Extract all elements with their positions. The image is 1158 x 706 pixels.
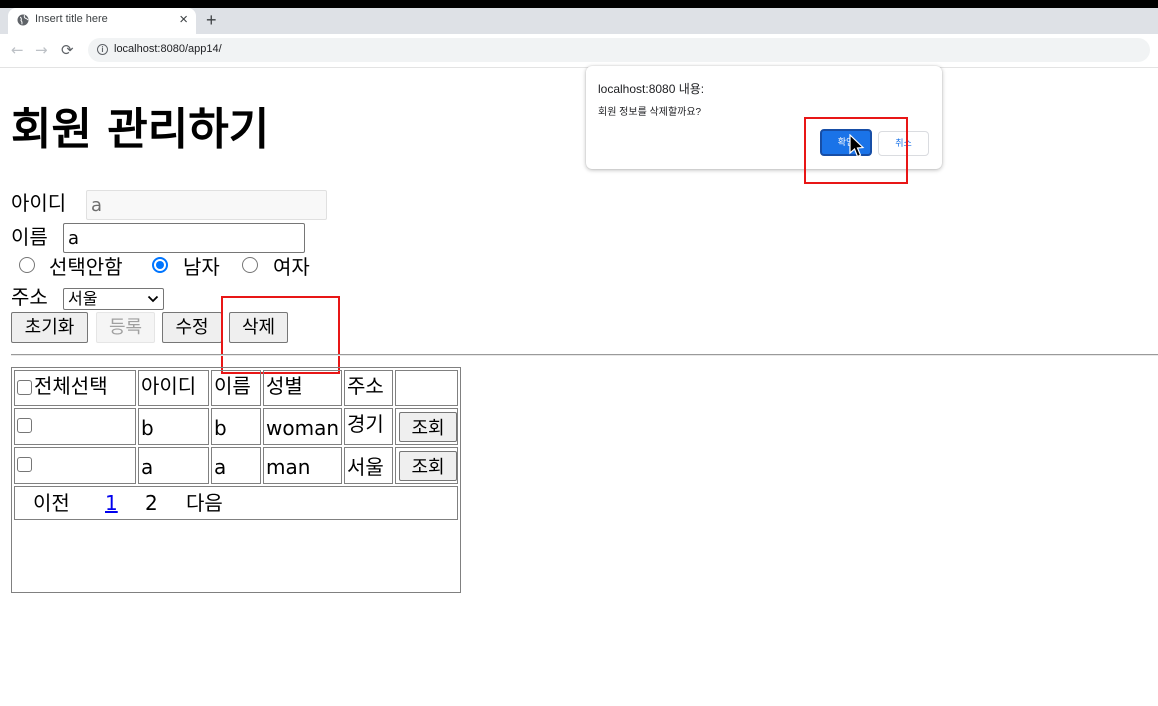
browser-toolbar: ← → ⟳ i localhost:8080/app14/: [0, 34, 1158, 68]
header-address: 주소: [344, 370, 393, 406]
pagination-row: 이전 1 2 다음: [14, 486, 458, 520]
radio-gender-female[interactable]: [242, 257, 258, 273]
row-2-view-button[interactable]: 조회: [399, 451, 457, 481]
page-content: 회원 관리하기 아이디 이름 선택안함 남자 여자 주소 서울 초기화 등록 수…: [0, 68, 1158, 706]
row-2-id: a: [138, 447, 209, 484]
row-1-name: b: [211, 408, 261, 445]
horizontal-divider: [11, 354, 1158, 356]
pagination-next[interactable]: 다음: [186, 487, 223, 519]
header-id: 아이디: [138, 370, 209, 406]
radio-label-none: 선택안함: [49, 255, 123, 279]
row-1-view-button[interactable]: 조회: [399, 412, 457, 442]
select-all-checkbox[interactable]: [17, 380, 32, 395]
address-select[interactable]: 서울: [63, 288, 164, 310]
radio-gender-male[interactable]: [152, 257, 168, 273]
header-select-all: 전체선택: [14, 370, 136, 406]
row-1-gender: woman: [263, 408, 342, 445]
id-input[interactable]: [86, 190, 327, 220]
chevron-down-icon: [147, 295, 159, 303]
tab-strip: Insert title here × +: [0, 8, 1158, 34]
info-icon[interactable]: i: [97, 44, 108, 55]
top-edge-bar: [0, 0, 1158, 8]
id-label: 아이디: [11, 191, 67, 215]
name-input[interactable]: [63, 223, 305, 253]
delete-highlight-box: [221, 296, 340, 374]
register-button[interactable]: 등록: [96, 312, 155, 343]
row-1-action-cell: 조회: [395, 408, 458, 445]
row-1-checkbox[interactable]: [17, 418, 32, 433]
header-select-all-label: 전체선택: [34, 374, 108, 398]
forward-arrow-icon[interactable]: →: [35, 42, 48, 58]
globe-icon: [17, 14, 29, 26]
row-2-name: a: [211, 447, 261, 484]
member-table: 전체선택 아이디 이름 성별 주소 b b woman 경기 조회 a a ma…: [11, 367, 461, 593]
pagination-prev[interactable]: 이전: [33, 487, 70, 519]
browser-tab[interactable]: Insert title here ×: [8, 8, 196, 34]
header-name: 이름: [211, 370, 261, 406]
back-arrow-icon[interactable]: ←: [11, 42, 24, 58]
header-gender: 성별: [263, 370, 342, 406]
addr-label: 주소: [11, 285, 48, 309]
row-2-gender: man: [263, 447, 342, 484]
edit-button[interactable]: 수정: [162, 312, 222, 343]
radio-label-male: 남자: [183, 255, 220, 279]
address-bar[interactable]: i localhost:8080/app14/: [88, 38, 1150, 62]
address-select-value: 서울: [68, 289, 98, 308]
reset-button[interactable]: 초기화: [11, 312, 88, 343]
new-tab-icon[interactable]: +: [206, 10, 217, 30]
pagination-page-1[interactable]: 1: [105, 487, 118, 519]
reload-icon[interactable]: ⟳: [61, 42, 74, 58]
row-1-address: 경기: [344, 408, 393, 445]
dialog-title: localhost:8080 내용:: [598, 82, 705, 96]
tab-title: Insert title here: [35, 13, 108, 25]
dialog-message: 회원 정보를 삭제할까요?: [598, 107, 702, 118]
row-2-select: [14, 447, 136, 484]
radio-gender-none[interactable]: [19, 257, 35, 273]
url-text[interactable]: localhost:8080/app14/: [114, 43, 222, 55]
row-1-select: [14, 408, 136, 445]
header-action: [395, 370, 458, 406]
pagination-page-2[interactable]: 2: [145, 487, 158, 519]
page-title: 회원 관리하기: [11, 104, 270, 155]
mouse-pointer-icon: [849, 134, 865, 158]
row-2-checkbox[interactable]: [17, 457, 32, 472]
row-2-action-cell: 조회: [395, 447, 458, 484]
row-1-id: b: [138, 408, 209, 445]
row-2-address: 서울: [344, 447, 393, 484]
name-label: 이름: [11, 225, 48, 249]
tab-close-icon[interactable]: ×: [179, 11, 188, 29]
radio-label-female: 여자: [273, 255, 310, 279]
